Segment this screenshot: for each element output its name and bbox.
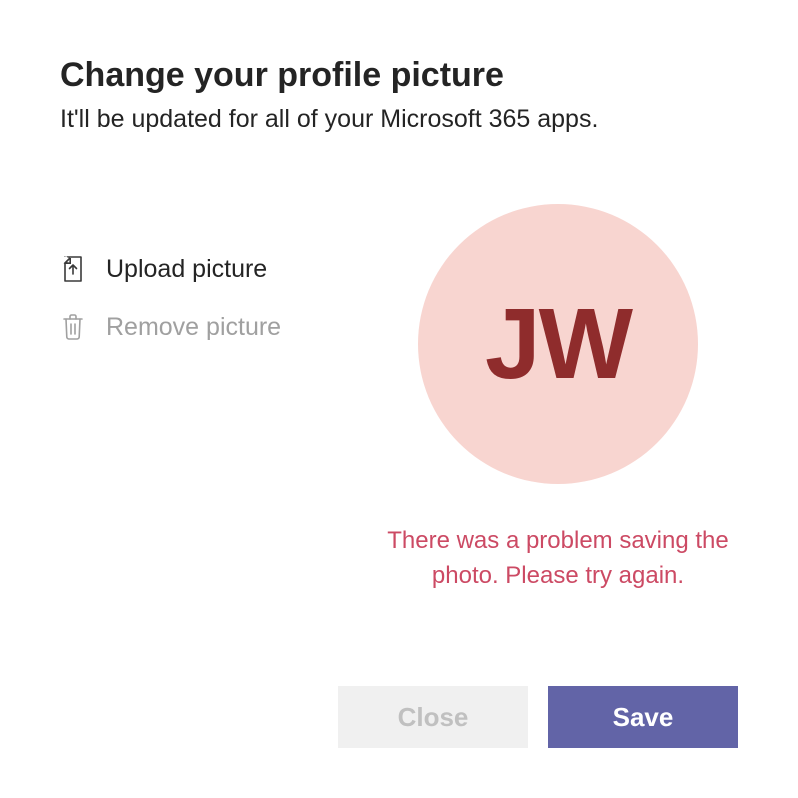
dialog-title: Change your profile picture xyxy=(60,56,738,95)
close-button[interactable]: Close xyxy=(338,686,528,748)
content-row: Upload picture Remove picture JW There xyxy=(60,204,738,594)
remove-picture-button[interactable]: Remove picture xyxy=(60,312,368,342)
actions-column: Upload picture Remove picture xyxy=(60,204,368,342)
save-button[interactable]: Save xyxy=(548,686,738,748)
error-message: There was a problem saving the photo. Pl… xyxy=(378,524,738,594)
upload-picture-button[interactable]: Upload picture xyxy=(60,254,368,284)
dialog-subtitle: It'll be updated for all of your Microso… xyxy=(60,105,738,134)
trash-icon xyxy=(60,312,86,342)
dialog-button-row: Close Save xyxy=(338,686,738,748)
avatar-initials: JW xyxy=(485,287,631,402)
upload-icon xyxy=(60,254,86,284)
avatar-column: JW There was a problem saving the photo.… xyxy=(378,204,738,594)
upload-picture-label: Upload picture xyxy=(106,255,267,284)
profile-picture-dialog: Change your profile picture It'll be upd… xyxy=(0,0,798,798)
remove-picture-label: Remove picture xyxy=(106,313,281,342)
avatar: JW xyxy=(418,204,698,484)
